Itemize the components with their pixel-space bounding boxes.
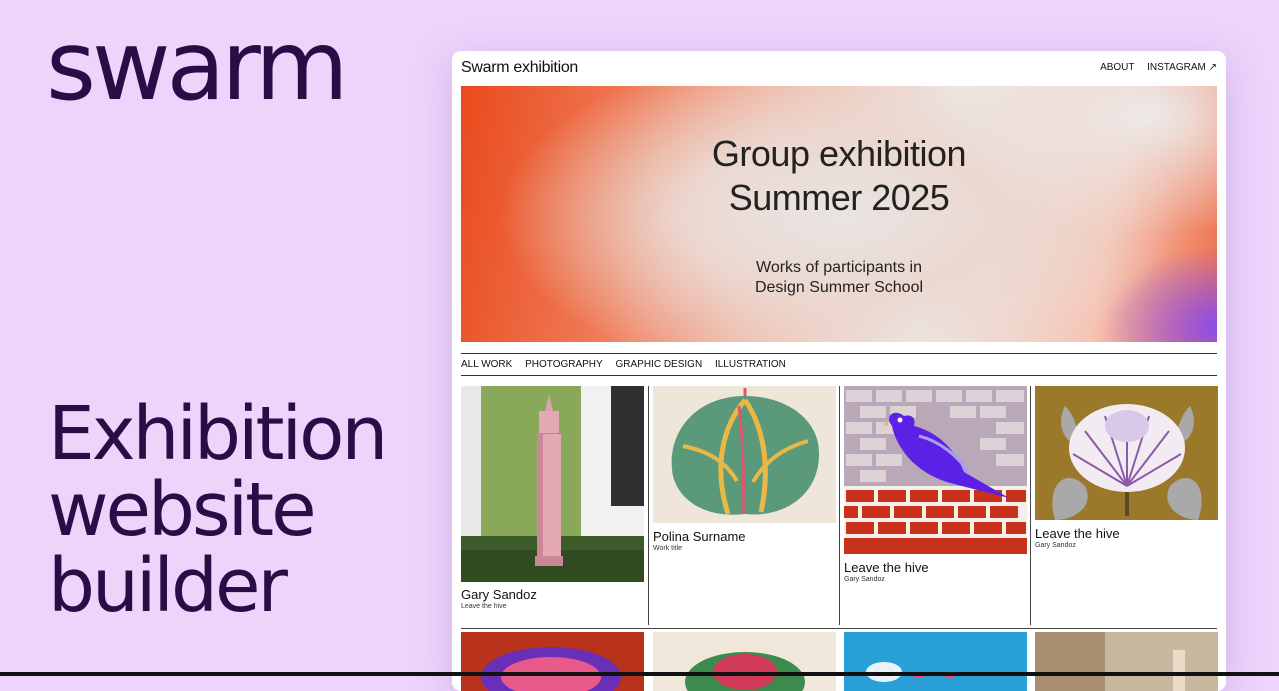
tagline-line-2: website bbox=[48, 467, 317, 553]
work-subtitle: Leave the hive bbox=[461, 603, 507, 610]
work-image bbox=[844, 386, 1027, 554]
filter-illustration[interactable]: ILLUSTRATION bbox=[715, 359, 786, 370]
website-preview: Swarm exhibition ABOUT INSTAGRAM ↗ Group… bbox=[452, 51, 1226, 691]
filter-photography[interactable]: PHOTOGRAPHY bbox=[525, 359, 603, 370]
tagline-line-3: builder bbox=[48, 543, 288, 629]
works-grid: Gary Sandoz Leave the hive Polina Surnam… bbox=[461, 386, 1218, 626]
work-card[interactable]: Leave the hive Gary Sandoz bbox=[1035, 386, 1218, 625]
work-card-partial[interactable] bbox=[1035, 632, 1218, 691]
tagline-line-1: Exhibition bbox=[48, 391, 388, 477]
filter-all-work[interactable]: ALL WORK bbox=[461, 359, 512, 370]
grid-divider bbox=[648, 386, 649, 625]
work-card-partial[interactable] bbox=[461, 632, 644, 691]
grid-divider bbox=[1030, 386, 1031, 625]
hero-subtitle-line-1: Works of participants in bbox=[756, 259, 922, 276]
filter-graphic-design[interactable]: GRAPHIC DESIGN bbox=[615, 359, 702, 370]
brand-logo: swarm bbox=[46, 10, 349, 122]
work-card-partial[interactable] bbox=[653, 632, 836, 691]
site-nav: ABOUT INSTAGRAM ↗ bbox=[1090, 62, 1217, 73]
nav-instagram-link[interactable]: INSTAGRAM ↗ bbox=[1147, 62, 1217, 73]
work-image bbox=[1035, 386, 1218, 520]
work-title: Gary Sandoz bbox=[461, 587, 537, 602]
work-image bbox=[461, 386, 644, 582]
work-card-partial[interactable] bbox=[844, 632, 1027, 691]
grid-divider bbox=[839, 386, 840, 625]
work-title: Leave the hive bbox=[844, 560, 929, 575]
hero-banner: Group exhibition Summer 2025 Works of pa… bbox=[461, 86, 1217, 342]
hero-title: Group exhibition Summer 2025 bbox=[461, 132, 1217, 220]
bottom-bar bbox=[0, 672, 1279, 676]
site-title[interactable]: Swarm exhibition bbox=[461, 59, 578, 77]
hero-subtitle-line-2: Design Summer School bbox=[754, 279, 924, 296]
work-image bbox=[653, 386, 836, 523]
work-card[interactable]: Polina Surname Work title bbox=[653, 386, 839, 625]
hero-subtitle: Works of participants in Design Summer S… bbox=[461, 258, 1217, 298]
work-subtitle: Gary Sandoz bbox=[1035, 542, 1076, 549]
hero-title-line-1: Group exhibition bbox=[711, 133, 967, 174]
hero-title-line-2: Summer 2025 bbox=[728, 177, 950, 218]
grid-row-divider bbox=[461, 628, 1217, 629]
tagline: Exhibition website builder bbox=[48, 391, 388, 629]
nav-about-link[interactable]: ABOUT bbox=[1100, 62, 1134, 73]
filter-bar: ALL WORK PHOTOGRAPHY GRAPHIC DESIGN ILLU… bbox=[461, 353, 1217, 376]
work-subtitle: Work title bbox=[653, 545, 683, 552]
work-card[interactable]: Leave the hive Gary Sandoz bbox=[844, 386, 1030, 625]
work-title: Polina Surname bbox=[653, 529, 746, 544]
work-subtitle: Gary Sandoz bbox=[844, 576, 885, 583]
site-header: Swarm exhibition ABOUT INSTAGRAM ↗ bbox=[461, 58, 1217, 80]
work-title: Leave the hive bbox=[1035, 526, 1120, 541]
work-card[interactable]: Gary Sandoz Leave the hive bbox=[461, 386, 648, 625]
